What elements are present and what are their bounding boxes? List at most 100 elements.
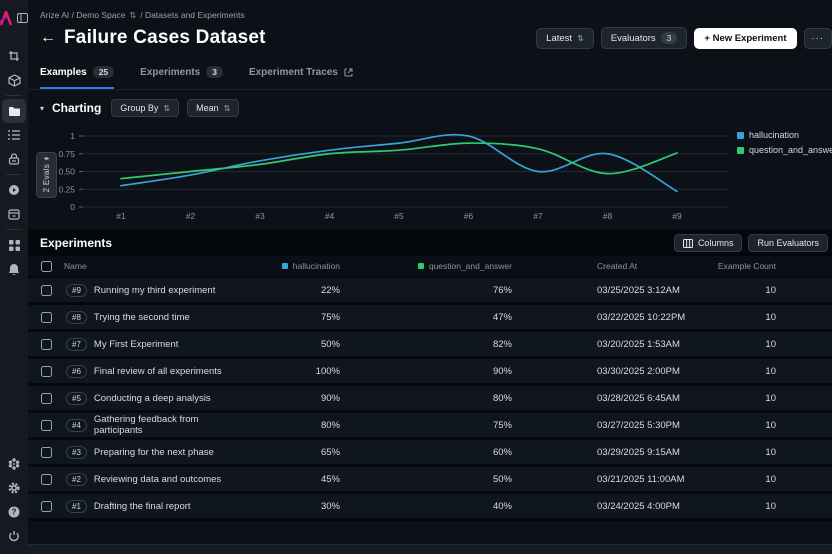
table-row[interactable]: #3Preparing for the next phase65%60%03/2… (28, 440, 832, 467)
column-header-example-count[interactable]: Example Count (697, 261, 832, 271)
svg-text:#2: #2 (186, 211, 196, 221)
sort-icon: ⇅ (224, 104, 231, 113)
columns-icon (683, 239, 693, 248)
grid-icon[interactable] (2, 233, 26, 257)
column-header-name[interactable]: Name (64, 261, 245, 271)
table-row[interactable]: #5Conducting a deep analysis90%80%03/28/… (28, 386, 832, 413)
tab-experiments[interactable]: Experiments 3 (140, 63, 223, 89)
power-icon[interactable] (2, 524, 26, 548)
row-checkbox[interactable] (41, 501, 52, 512)
flower-icon[interactable] (2, 452, 26, 476)
collapse-caret-icon[interactable]: ▾ (40, 104, 44, 113)
qa-value: 76% (375, 285, 547, 296)
example-count-value: 10 (697, 420, 832, 431)
latest-label: Latest (546, 33, 572, 44)
new-experiment-button[interactable]: + New Experiment (694, 28, 796, 49)
experiment-name: Drafting the final report (94, 501, 191, 512)
hallucination-value: 80% (245, 420, 375, 431)
sidebar-divider (6, 95, 22, 96)
gear-icon[interactable] (2, 476, 26, 500)
breadcrumb-sort-icon[interactable]: ⇅ (130, 11, 137, 20)
sidebar-divider (6, 174, 22, 175)
legend-swatch (737, 147, 744, 154)
qa-value: 82% (375, 339, 547, 350)
example-count-value: 10 (697, 447, 832, 458)
help-icon[interactable]: ? (2, 500, 26, 524)
bell-icon[interactable] (2, 257, 26, 281)
hallucination-value: 100% (245, 366, 375, 377)
panel-toggle-icon[interactable] (17, 6, 29, 30)
experiment-name: Gathering feedback from participants (94, 414, 245, 436)
evals-count-label: 2 Evals (42, 164, 51, 192)
external-link-icon (344, 68, 353, 77)
svg-text:#3: #3 (255, 211, 265, 221)
hallucination-value: 75% (245, 312, 375, 323)
row-checkbox[interactable] (41, 312, 52, 323)
archive-icon[interactable] (2, 202, 26, 226)
row-checkbox[interactable] (41, 474, 52, 485)
lock-icon[interactable] (2, 147, 26, 171)
tab-experiment-traces[interactable]: Experiment Traces (249, 63, 353, 89)
row-checkbox[interactable] (41, 366, 52, 377)
tab-examples[interactable]: Examples 25 (40, 63, 114, 89)
experiment-name: Preparing for the next phase (94, 447, 214, 458)
legend-item[interactable]: hallucination (737, 130, 832, 140)
row-checkbox[interactable] (41, 339, 52, 350)
back-button[interactable]: ← (40, 29, 56, 47)
tab-label: Experiment Traces (249, 67, 338, 78)
table-row[interactable]: #6Final review of all experiments100%90%… (28, 359, 832, 386)
latest-dropdown[interactable]: Latest ⇅ (536, 28, 594, 49)
experiment-number-badge: #3 (66, 446, 87, 459)
aggregation-dropdown[interactable]: Mean ⇅ (187, 99, 239, 117)
aggregation-label: Mean (196, 103, 219, 113)
experiment-number-badge: #1 (66, 500, 87, 513)
table-row[interactable]: #1Drafting the final report30%40%03/24/2… (28, 494, 832, 521)
qa-value: 90% (375, 366, 547, 377)
row-checkbox[interactable] (41, 447, 52, 458)
sidebar: ? (0, 0, 28, 554)
row-checkbox[interactable] (41, 285, 52, 296)
legend-swatch (737, 132, 744, 139)
example-count-value: 10 (697, 366, 832, 377)
folder-icon[interactable] (2, 99, 26, 123)
column-header-hallucination[interactable]: hallucination (245, 261, 375, 271)
evaluators-button[interactable]: Evaluators 3 (601, 27, 688, 49)
legend-item[interactable]: question_and_answer (737, 145, 832, 155)
column-header-created-at[interactable]: Created At (547, 261, 697, 271)
evaluators-count-badge: 3 (661, 32, 678, 44)
cube-icon[interactable] (2, 68, 26, 92)
qa-value: 40% (375, 501, 547, 512)
columns-button[interactable]: Columns (674, 234, 743, 252)
breadcrumb[interactable]: Arize AI / Demo Space ⇅ / Datasets and E… (28, 0, 832, 22)
evaluators-label: Evaluators (611, 33, 656, 44)
column-header-question-and-answer[interactable]: question_and_answer (375, 261, 547, 271)
chart-legend: hallucination question_and_answer (737, 130, 832, 155)
hallucination-value: 50% (245, 339, 375, 350)
qa-value: 75% (375, 420, 547, 431)
trace-icon[interactable] (2, 44, 26, 68)
group-by-dropdown[interactable]: Group By ⇅ (111, 99, 179, 117)
play-circle-icon[interactable] (2, 178, 26, 202)
row-checkbox[interactable] (41, 393, 52, 404)
run-evaluators-button[interactable]: Run Evaluators (748, 234, 828, 252)
list-icon[interactable] (2, 123, 26, 147)
table-row[interactable]: #7My First Experiment50%82%03/20/2025 1:… (28, 332, 832, 359)
example-count-value: 10 (697, 474, 832, 485)
created-at-value: 03/22/2025 10:22PM (547, 312, 697, 323)
table-row[interactable]: #4Gathering feedback from participants80… (28, 413, 832, 440)
breadcrumb-path[interactable]: Arize AI / Demo Space (40, 10, 126, 20)
svg-text:#5: #5 (394, 211, 404, 221)
svg-text:#4: #4 (325, 211, 335, 221)
more-options-button[interactable]: ··· (804, 28, 832, 49)
tab-count-badge: 3 (206, 66, 223, 78)
row-checkbox[interactable] (41, 420, 52, 431)
tabs: Examples 25 Experiments 3 Experiment Tra… (28, 63, 832, 90)
table-row[interactable]: #8Trying the second time75%47%03/22/2025… (28, 305, 832, 332)
evals-panel-toggle[interactable]: ◂▸ 2 Evals (36, 152, 57, 198)
table-row[interactable]: #2Reviewing data and outcomes45%50%03/21… (28, 467, 832, 494)
table-row[interactable]: #9Running my third experiment22%76%03/25… (28, 278, 832, 305)
select-all-checkbox[interactable] (41, 261, 52, 272)
hallucination-color-swatch (282, 263, 288, 269)
column-header-label: hallucination (293, 261, 340, 271)
columns-label: Columns (698, 238, 734, 248)
